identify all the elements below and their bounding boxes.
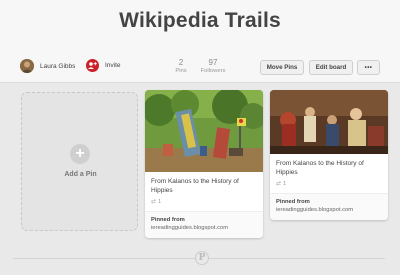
add-pin-label[interactable]: Add a Pin [22, 171, 139, 178]
pin-source-section[interactable]: Pinned from iereadingguides.blogspot.com [270, 193, 388, 220]
move-pins-button[interactable]: Move Pins [260, 60, 304, 75]
pin-image[interactable] [145, 90, 263, 172]
pin-image[interactable] [270, 90, 388, 154]
followers-count-number: 97 [208, 58, 218, 67]
pinterest-logo-icon[interactable]: P [195, 251, 209, 265]
repin-icon: ⇄ [276, 181, 282, 187]
pin-card[interactable]: From Kalanos to the History of Hippies ⇄… [145, 90, 263, 238]
pin-source-link[interactable]: iereadingguides.blogspot.com [276, 206, 382, 214]
pins-count-number: 2 [178, 58, 184, 67]
pin-title[interactable]: From Kalanos to the History of Hippies [270, 159, 388, 177]
owner-name[interactable]: Laura Gibbs [40, 63, 75, 70]
repin-count: 1 [283, 180, 287, 187]
edit-board-button[interactable]: Edit board [309, 60, 353, 75]
repin-icon: ⇄ [151, 199, 157, 205]
avatar[interactable] [20, 59, 34, 73]
followers-count-label: Followers [200, 68, 226, 74]
invite-label[interactable]: Invite [105, 62, 121, 69]
followers-count[interactable]: 97 Followers [199, 58, 227, 75]
more-options-button[interactable]: ••• [357, 60, 380, 75]
pinned-from-label: Pinned from [276, 199, 310, 205]
pin-stats: ⇄ 1 [270, 180, 388, 188]
invite-button[interactable]: Invite [86, 59, 121, 72]
pins-count[interactable]: 2 Pins [172, 58, 190, 75]
pin-card[interactable]: From Kalanos to the History of Hippies ⇄… [270, 90, 388, 220]
repin-count: 1 [158, 198, 162, 205]
pin-title[interactable]: From Kalanos to the History of Hippies [145, 177, 263, 195]
pin-stats: ⇄ 1 [145, 198, 263, 206]
pinned-from-label: Pinned from [151, 217, 185, 223]
board-owner[interactable]: Laura Gibbs [20, 59, 75, 73]
board-header: Wikipedia Trails Laura Gibbs Invite 2 Pi… [0, 0, 400, 83]
board-title: Wikipedia Trails [119, 9, 281, 32]
pin-source-link[interactable]: iereadingguides.blogspot.com [151, 224, 257, 232]
add-pin-card[interactable]: + Add a Pin [21, 92, 138, 231]
invite-icon[interactable] [86, 59, 99, 72]
pins-count-label: Pins [175, 68, 187, 74]
pin-source-section[interactable]: Pinned from iereadingguides.blogspot.com [145, 211, 263, 238]
plus-icon[interactable]: + [70, 144, 90, 164]
